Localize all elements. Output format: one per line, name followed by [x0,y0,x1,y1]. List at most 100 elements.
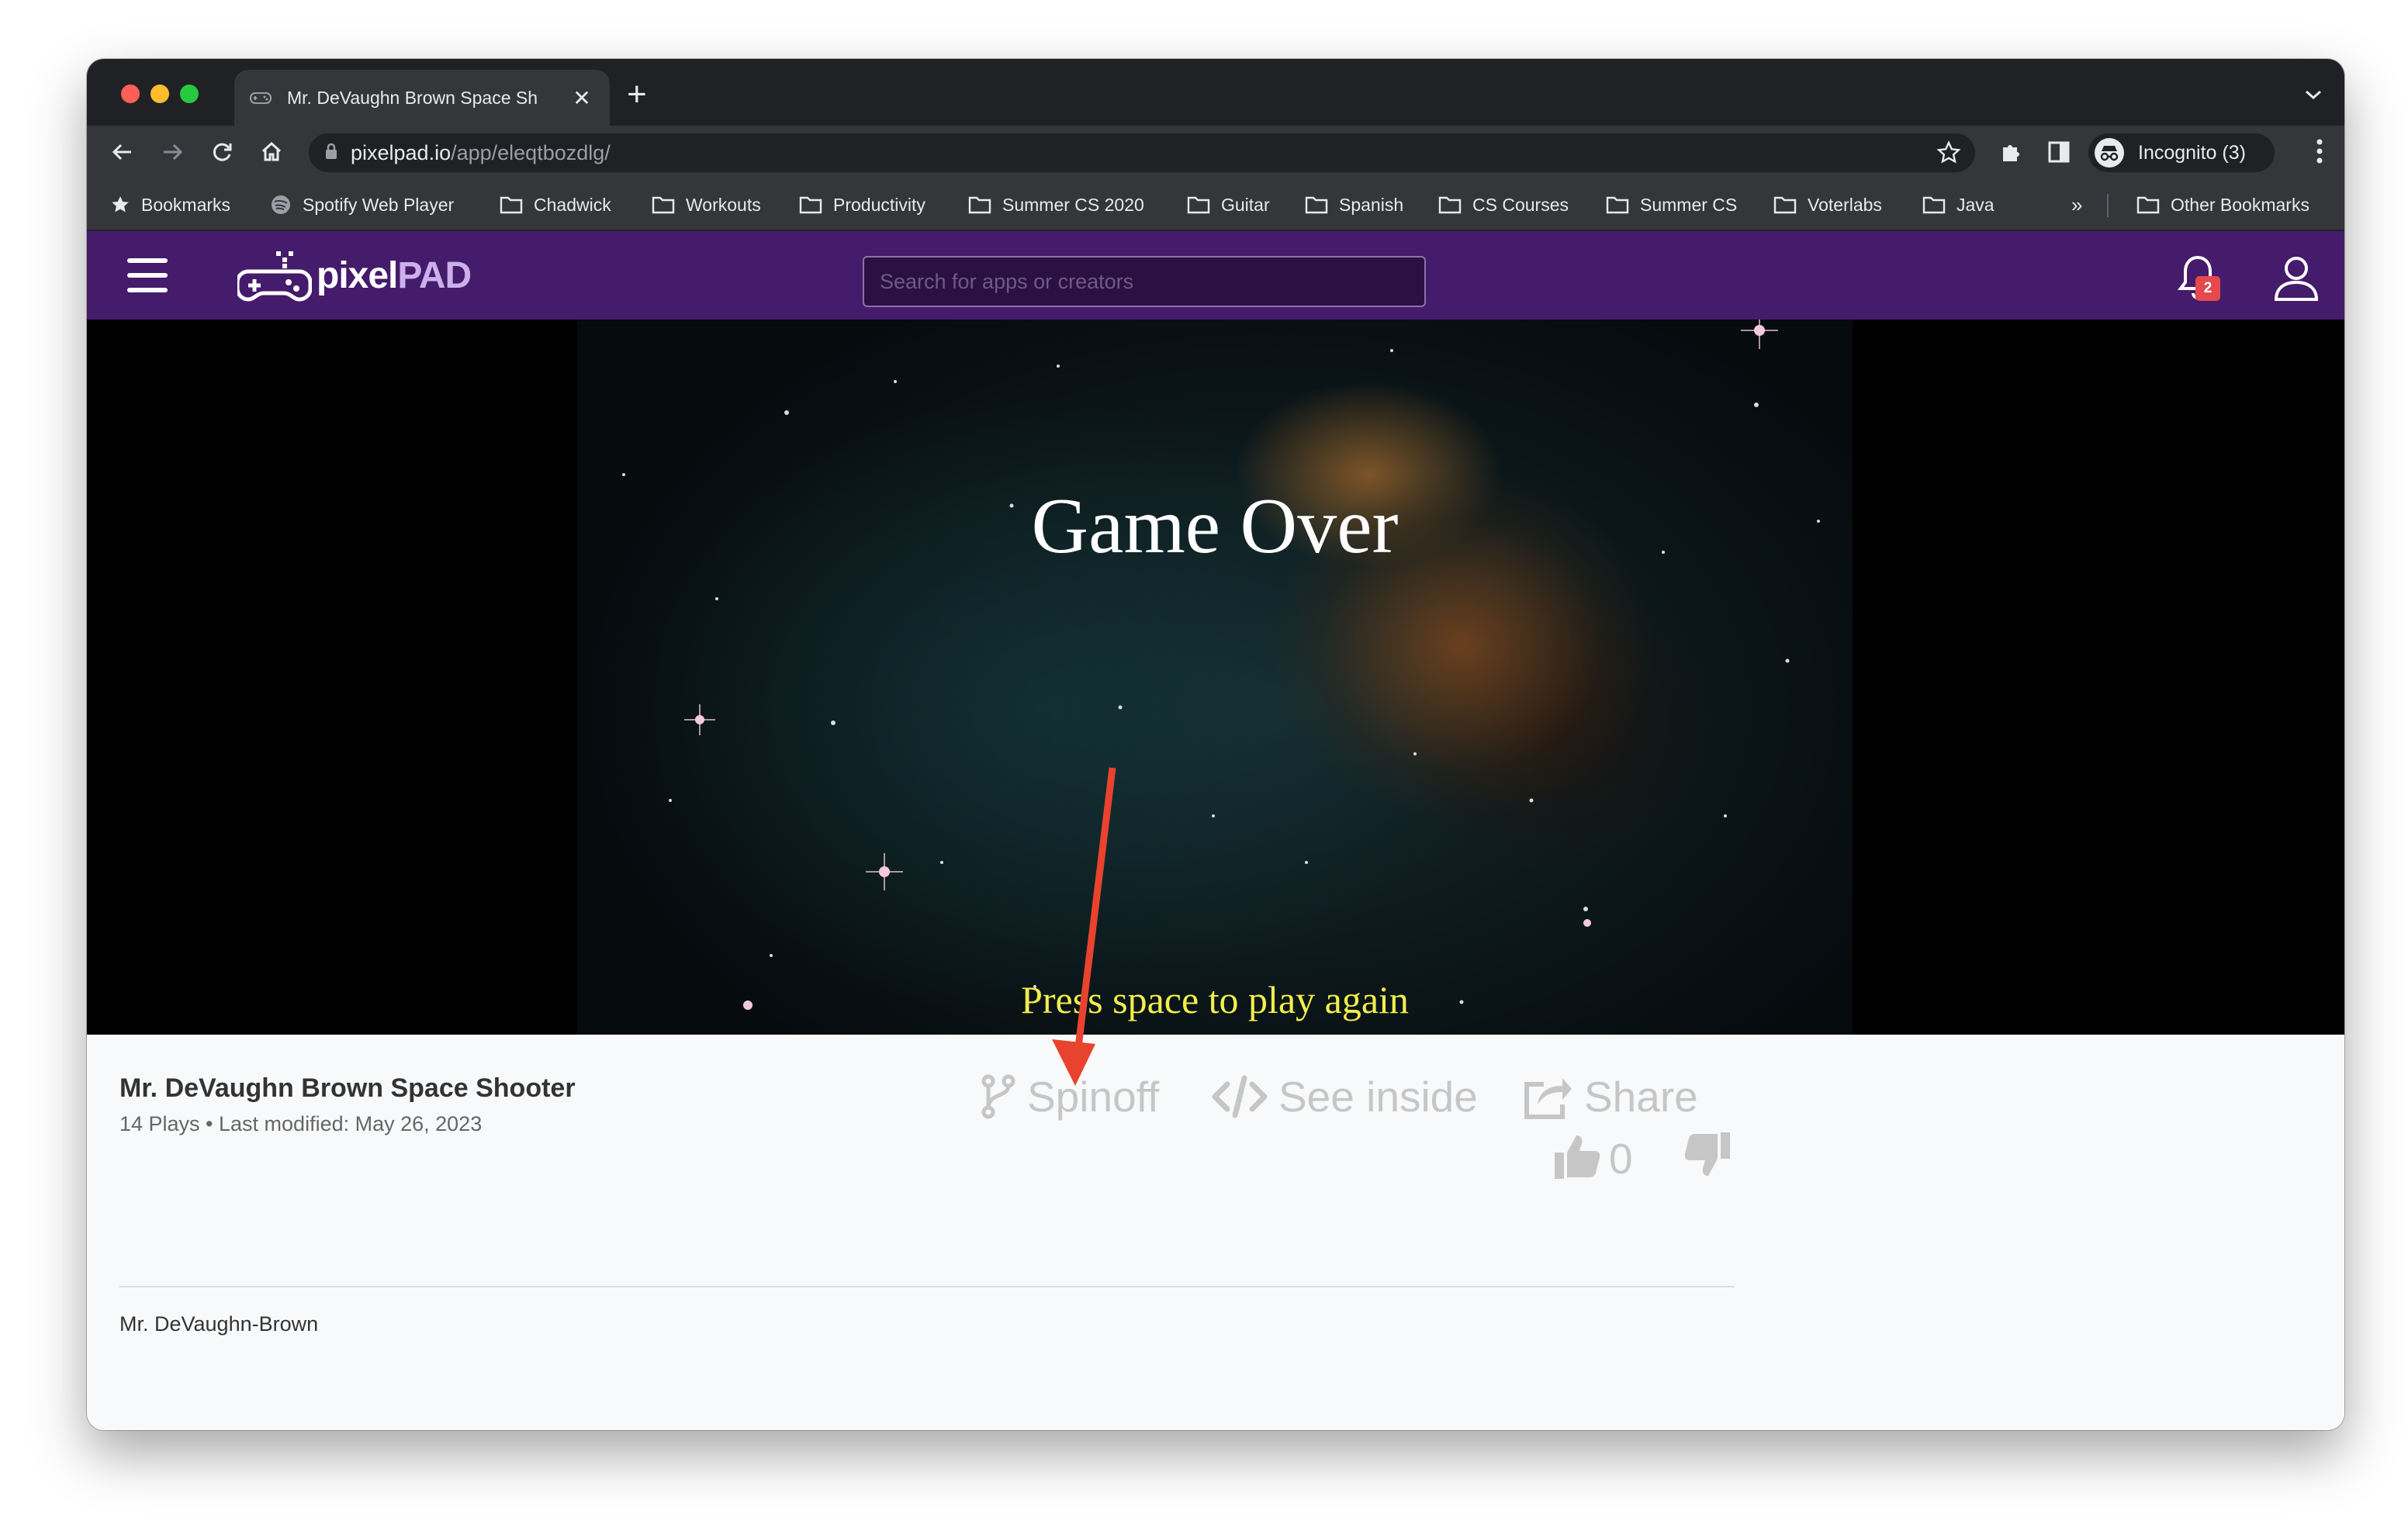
bookmark-item-spanish[interactable]: Spanish [1305,178,1403,231]
close-tab-icon[interactable]: ✕ [569,85,594,111]
notification-badge: 2 [2195,276,2220,301]
pixelpad-logo[interactable]: pixelPAD [237,248,472,302]
chevron-down-icon[interactable] [2304,82,2323,106]
bookmark-label: Voterlabs [1808,194,1882,215]
folder-icon [652,195,675,214]
side-panel-icon[interactable] [2043,137,2074,168]
share-button[interactable]: Share [1522,1072,1698,1121]
folder-icon [1438,195,1462,214]
gamepad-logo-icon [237,251,312,302]
see-inside-label: See inside [1278,1073,1478,1121]
folder-icon [1922,195,1946,214]
back-arrow-icon[interactable] [106,135,140,169]
new-tab-button[interactable]: + [627,78,647,112]
url-text: pixelpad.io/app/eleqtbozdlg/ [351,141,611,165]
game-area: Game Over Press space to play again [87,320,2344,1035]
incognito-label: Incognito (3) [2138,141,2246,164]
bookmark-label: Guitar [1221,194,1270,215]
share-icon [1524,1078,1572,1119]
star-icon [110,195,130,215]
maximize-window-button[interactable] [180,85,199,103]
minimize-window-button[interactable] [150,85,169,103]
bookmark-label: Summer CS 2020 [1002,194,1144,215]
author-name[interactable]: Mr. DeVaughn-Brown [119,1312,318,1336]
bookmark-item-workouts[interactable]: Workouts [652,178,761,231]
url-host: pixelpad.io [351,140,452,164]
bookmark-item-summer-cs-2020[interactable]: Summer CS 2020 [968,178,1144,231]
hamburger-menu-icon[interactable] [127,258,168,292]
bookmark-item-cs-courses[interactable]: CS Courses [1438,178,1569,231]
bookmark-item-productivity[interactable]: Productivity [799,178,925,231]
game-canvas[interactable]: Game Over Press space to play again [577,320,1853,1035]
press-space-text: Press space to play again [1021,978,1409,1021]
bookmark-label: Productivity [833,194,925,215]
folder-icon [500,195,523,214]
bookmark-label: Spotify Web Player [303,194,455,215]
bookmarks-overflow-button[interactable]: » [2071,178,2082,231]
bookmark-item-spotify[interactable]: Spotify Web Player [270,178,454,231]
gamepad-icon [250,89,272,106]
globe-icon [270,194,292,216]
bookmark-item-bookmarks[interactable]: Bookmarks [110,178,230,231]
app-meta: 14 Plays • Last modified: May 26, 2023 [119,1112,483,1135]
home-icon[interactable] [254,135,289,169]
address-bar[interactable]: pixelpad.io/app/eleqtbozdlg/ [309,133,1975,172]
folder-icon [1606,195,1629,214]
bookmark-label: Bookmarks [141,194,231,215]
bookmark-item-guitar[interactable]: Guitar [1187,178,1270,231]
folder-icon [1773,195,1797,214]
bookmark-label: Summer CS [1640,194,1738,215]
folder-icon [1305,195,1328,214]
bookmark-label: CS Courses [1472,194,1569,215]
url-path: /app/eleqtbozdlg/ [451,140,611,164]
app-title: Mr. DeVaughn Brown Space Shooter [119,1073,576,1103]
bookmark-label: Other Bookmarks [2171,194,2309,215]
incognito-icon [2095,138,2124,168]
incognito-profile-button[interactable]: Incognito (3) [2088,133,2275,172]
bookmark-item-other-bookmarks[interactable]: Other Bookmarks [2136,178,2309,231]
user-profile-icon[interactable] [2273,253,2320,302]
forward-arrow-icon[interactable] [155,135,189,169]
bookmark-star-icon[interactable] [1936,140,1961,169]
extensions-puzzle-icon[interactable] [1995,137,2026,168]
code-icon [1212,1075,1268,1118]
search-input[interactable] [863,256,1426,307]
spinoff-button[interactable]: Spinoff [981,1072,1159,1121]
lock-icon [324,143,338,164]
bookmark-label: Java [1956,194,1995,215]
logo-text-pixel: pixel [317,254,398,296]
close-window-button[interactable] [121,85,140,103]
starfield-background [622,320,1820,1010]
bookmark-item-java[interactable]: Java [1922,178,1995,231]
bookmark-label: Spanish [1339,194,1404,215]
bookmark-item-chadwick[interactable]: Chadwick [500,178,611,231]
divider [119,1286,1735,1287]
see-inside-button[interactable]: See inside [1212,1072,1478,1121]
thumbs-up-icon[interactable] [1553,1132,1601,1180]
browser-toolbar: pixelpad.io/app/eleqtbozdlg/ Incognito (… [87,126,2344,178]
folder-icon [799,195,822,214]
game-over-text: Game Over [1031,482,1399,570]
spinoff-label: Spinoff [1027,1073,1160,1121]
tab-strip: Mr. DeVaughn Brown Space Sh ✕ + [87,59,2344,126]
bookmark-item-voterlabs[interactable]: Voterlabs [1773,178,1882,231]
folder-icon [1187,195,1210,214]
share-label: Share [1584,1073,1698,1121]
more-menu-icon[interactable] [2316,138,2323,171]
folder-icon [968,195,991,214]
bookmark-label: Workouts [686,194,761,215]
tab-active[interactable]: Mr. DeVaughn Brown Space Sh ✕ [234,70,610,126]
thumbs-down-icon[interactable] [1683,1131,1732,1179]
bookmark-label: Chadwick [534,194,611,215]
fork-icon [981,1074,1015,1119]
app-header: pixelPAD 2 [87,231,2344,320]
bookmarks-separator [2107,194,2109,217]
tab-title: Mr. DeVaughn Brown Space Sh [287,87,538,108]
app-info-panel: Mr. DeVaughn Brown Space Shooter 14 Play… [87,1035,2344,1430]
folder-icon [2136,195,2160,214]
browser-window: Mr. DeVaughn Brown Space Sh ✕ + pixelpad… [87,59,2344,1430]
bookmark-item-summer-cs[interactable]: Summer CS [1606,178,1737,231]
logo-text: pixelPAD [317,254,472,297]
bookmarks-bar: Bookmarks Spotify Web Player Chadwick Wo… [87,178,2344,231]
reload-icon[interactable] [205,135,239,169]
